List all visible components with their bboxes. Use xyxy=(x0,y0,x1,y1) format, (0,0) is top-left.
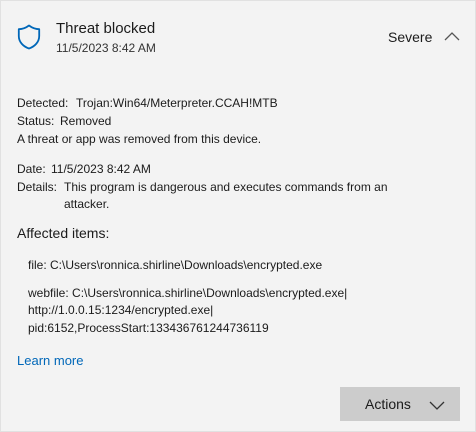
severity-label: Severe xyxy=(388,29,433,45)
date-value: 11/5/2023 8:42 AM xyxy=(51,162,151,176)
threat-timestamp: 11/5/2023 8:42 AM xyxy=(56,41,156,55)
details-text-line2: attacker. xyxy=(64,197,110,211)
status-value: Removed xyxy=(60,114,112,128)
affected-items-heading: Affected items: xyxy=(17,225,110,241)
details-label: Details: xyxy=(17,180,58,194)
affected-file: file: C:\Users\ronnica.shirline\Download… xyxy=(28,258,323,272)
actions-label: Actions xyxy=(365,396,411,412)
chevron-up-icon[interactable] xyxy=(443,29,461,41)
detected-label: Detected: xyxy=(17,96,69,110)
details-text-line1: This program is dangerous and executes c… xyxy=(64,180,388,194)
status-label: Status: xyxy=(17,114,55,128)
actions-button[interactable]: Actions xyxy=(340,387,460,421)
affected-webfile-line1: webfile: C:\Users\ronnica.shirline\Downl… xyxy=(28,286,348,300)
detected-value: Trojan:Win64/Meterpreter.CCAH!MTB xyxy=(76,96,278,110)
chevron-down-icon xyxy=(428,398,446,410)
threat-title: Threat blocked xyxy=(56,20,156,37)
threat-card: Threat blocked 11/5/2023 8:42 AM Severe … xyxy=(0,0,476,432)
date-label: Date: xyxy=(17,162,46,176)
affected-webfile-line3: pid:6152,ProcessStart:133436761244736119 xyxy=(28,321,269,335)
status-message: A threat or app was removed from this de… xyxy=(17,132,262,146)
learn-more-link[interactable]: Learn more xyxy=(17,353,83,368)
affected-webfile-line2: http://1.0.0.15:1234/encrypted.exe| xyxy=(28,303,214,317)
shield-icon xyxy=(17,24,41,50)
